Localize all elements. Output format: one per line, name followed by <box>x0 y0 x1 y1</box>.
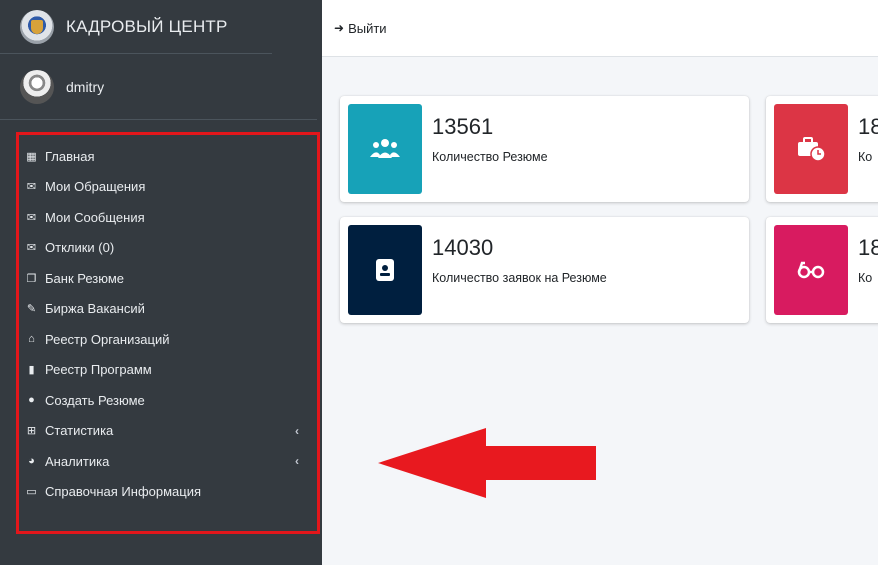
info-box-resume-requests: 14030 Количество заявок на Резюме <box>340 217 749 323</box>
user-name[interactable]: dmitry <box>66 79 104 95</box>
sidebar-item-resume-bank[interactable]: ❐ Банк Резюме <box>19 263 317 294</box>
brand-link[interactable]: КАДРОВЫЙ ЦЕНТР <box>0 0 272 54</box>
resume-count-value: 13561 <box>432 114 494 139</box>
views-label: Ко <box>858 271 873 285</box>
resume-requests-label: Количество заявок на Резюме <box>432 271 607 285</box>
logout-link[interactable]: ➜ Выйти <box>334 21 387 36</box>
resume-requests-value: 14030 <box>432 235 494 260</box>
sign-out-icon: ➜ <box>334 21 345 35</box>
top-navbar: ➜ Выйти <box>322 0 878 57</box>
sidebar-item-program-registry[interactable]: ▮ Реестр Программ <box>19 355 317 386</box>
sidebar-item-label: Главная <box>45 148 95 164</box>
id-card-icon <box>348 225 422 315</box>
sidebar-item-org-registry[interactable]: ⌂ Реестр Организаций <box>19 324 317 355</box>
chevron-left-icon: ‹ <box>295 454 299 469</box>
sidebar-nav-highlighted: ▦ Главная ✉ Мои Обращения ✉ Мои Сообщени… <box>16 132 320 534</box>
university-icon: ⌂ <box>28 333 35 346</box>
sidebar-item-label: Реестр Программ <box>45 362 152 378</box>
sidebar-item-responses[interactable]: ✉ Отклики (0) <box>19 233 317 264</box>
sidebar-item-my-messages[interactable]: ✉ Мои Сообщения <box>19 202 317 233</box>
annotation-arrow-icon <box>378 428 596 498</box>
sidebar-item-label: Аналитика <box>45 453 110 469</box>
sidebar-item-label: Мои Обращения <box>45 179 146 195</box>
th-icon: ▦ <box>26 150 37 163</box>
vacancy-count-value: 18 <box>858 114 878 139</box>
sidebar: КАДРОВЫЙ ЦЕНТР dmitry ▦ Главная ✉ Мои Об… <box>0 0 322 565</box>
folder-icon: ▭ <box>26 486 37 499</box>
views-value: 18 <box>858 235 878 260</box>
pie-chart-icon: ◕ <box>28 455 35 468</box>
chevron-left-icon: ‹ <box>295 423 299 438</box>
sidebar-item-label: Банк Резюме <box>45 270 125 286</box>
users-icon <box>348 104 422 194</box>
business-time-icon <box>774 104 848 194</box>
sidebar-item-my-requests[interactable]: ✉ Мои Обращения <box>19 172 317 203</box>
user-panel[interactable]: dmitry <box>0 54 317 120</box>
sidebar-item-create-resume[interactable]: ● Создать Резюме <box>19 385 317 416</box>
resume-count-label: Количество Резюме <box>432 150 548 164</box>
bookmark-icon: ▮ <box>28 364 35 377</box>
envelope-icon: ✉ <box>26 181 37 194</box>
sidebar-item-label: Мои Сообщения <box>45 209 145 225</box>
sidebar-item-statistics[interactable]: ⊞ Статистика ‹ <box>19 416 317 447</box>
sidebar-item-label: Статистика <box>45 423 114 439</box>
envelope-icon: ✉ <box>26 211 37 224</box>
vacancy-count-label: Ко <box>858 150 873 164</box>
envelope-icon: ✉ <box>26 242 37 255</box>
avatar <box>20 69 54 104</box>
info-box-views: 18 Ко <box>766 217 878 323</box>
sidebar-item-job-exchange[interactable]: ✎ Биржа Вакансий <box>19 294 317 325</box>
brand-logo-icon <box>20 9 54 44</box>
sidebar-item-analytics[interactable]: ◕ Аналитика ‹ <box>19 446 317 477</box>
sidebar-item-label: Биржа Вакансий <box>45 301 145 317</box>
sidebar-item-label: Реестр Организаций <box>45 331 170 347</box>
circle-icon: ● <box>28 394 35 407</box>
brand-title: КАДРОВЫЙ ЦЕНТР <box>66 16 228 36</box>
info-box-vacancy-count: 18 Ко <box>766 96 878 202</box>
sidebar-item-reference-info[interactable]: ▭ Справочная Информация <box>19 477 317 508</box>
sidebar-item-label: Создать Резюме <box>45 392 145 408</box>
sidebar-item-home[interactable]: ▦ Главная <box>19 141 317 172</box>
plus-square-icon: ⊞ <box>26 425 37 438</box>
sidebar-item-label: Справочная Информация <box>45 484 202 500</box>
logout-label: Выйти <box>348 20 387 36</box>
copy-icon: ❐ <box>26 272 37 285</box>
info-box-resume-count: 13561 Количество Резюме <box>340 96 749 202</box>
edit-icon: ✎ <box>26 303 37 316</box>
sidebar-item-label: Отклики (0) <box>45 240 115 256</box>
glasses-icon <box>774 225 848 315</box>
